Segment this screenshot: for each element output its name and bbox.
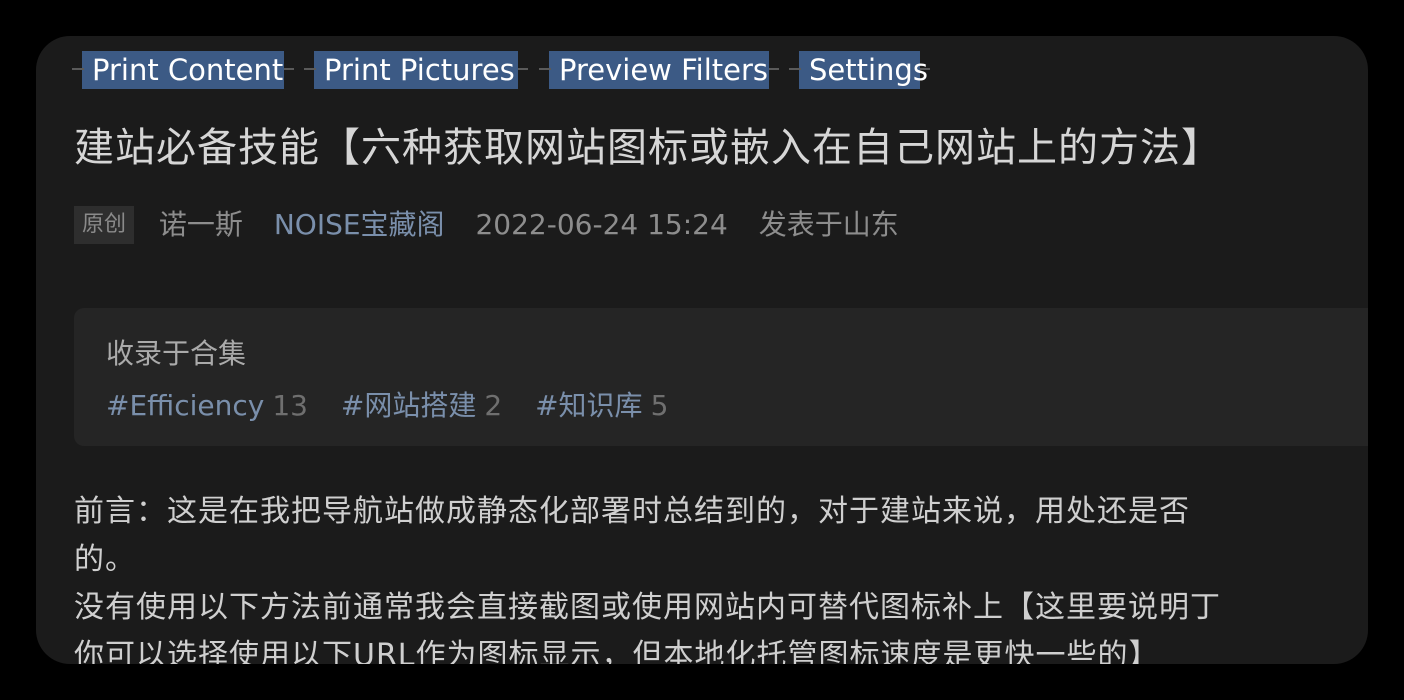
collection-tags: #Efficiency 13 #网站搭建 2 #知识库 5 [106,384,692,424]
article-title: 建站必备技能【六种获取网站图标或嵌入在自己网站上的方法】 [74,125,1222,171]
collection-card: 收录于合集 #Efficiency 13 #网站搭建 2 #知识库 5 [74,308,1368,446]
body-paragraph: 前言：这是在我把导航站做成静态化部署时总结到的，对于建站来说，用处还是否 [74,494,1190,529]
original-badge: 原创 [74,206,135,244]
settings-button[interactable]: Settings [789,51,930,89]
tag-count: 13 [272,389,308,422]
author-name: 诺一斯 [158,208,243,241]
tag-name: #Efficiency [106,389,265,422]
tag-count: 5 [650,389,669,422]
article-body: 前言：这是在我把导航站做成静态化部署时总结到的，对于建站来说，用处还是否 的。 … [74,488,1368,664]
app-window: Print Content Print Pictures Preview Fil… [36,36,1368,664]
account-link[interactable]: NOISE宝藏阁 [274,205,445,245]
preview-filters-button[interactable]: Preview Filters [539,51,779,89]
body-paragraph: 你可以选择使用以下URL作为图标显示，但本地化托管图标速度是更快一些的】 [74,638,1160,664]
body-paragraph: 的。 [74,542,136,577]
tag-count: 2 [484,389,503,422]
collection-tag-website-building[interactable]: #网站搭建 2 [341,384,502,424]
collection-tag-efficiency[interactable]: #Efficiency 13 [106,389,308,422]
collection-tag-knowledge-base[interactable]: #知识库 5 [535,384,668,424]
print-pictures-button[interactable]: Print Pictures [304,51,528,89]
publish-location: 发表于山东 [758,208,899,241]
tag-name: #知识库 [535,389,643,422]
body-paragraph: 没有使用以下方法前通常我会直接截图或使用网站内可替代图标补上【这里要说明丁 [74,590,1221,625]
collection-heading: 收录于合集 [106,337,247,370]
publish-date: 2022-06-24 15:24 [475,208,728,241]
tag-name: #网站搭建 [340,389,477,422]
print-content-button[interactable]: Print Content [72,51,294,89]
article-meta: 原创 诺一斯 NOISE宝藏阁 2022-06-24 15:24 发表于山东 [74,204,899,244]
